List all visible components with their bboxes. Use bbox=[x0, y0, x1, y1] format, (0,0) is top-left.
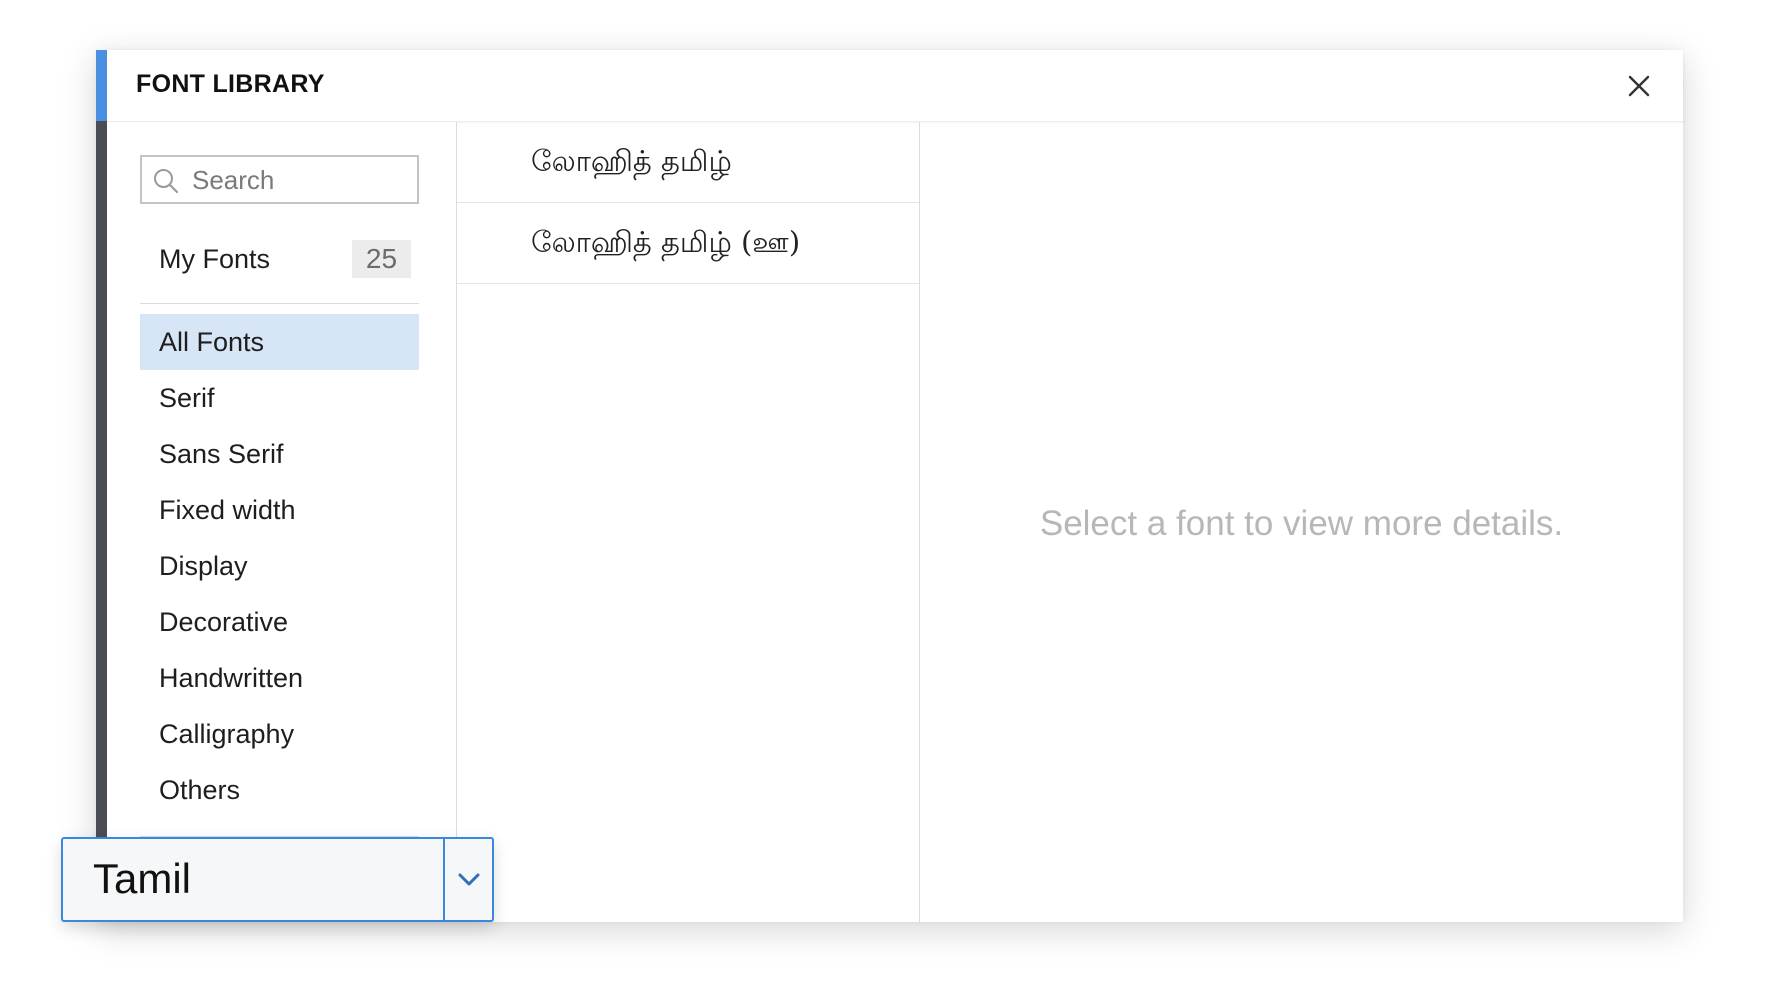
left-strip bbox=[96, 121, 107, 922]
category-item-others[interactable]: Others bbox=[140, 762, 419, 818]
category-item-calligraphy[interactable]: Calligraphy bbox=[140, 706, 419, 762]
details-placeholder: Select a font to view more details. bbox=[1039, 504, 1564, 543]
search-icon bbox=[154, 169, 179, 194]
chevron-down-icon bbox=[458, 873, 480, 886]
language-select[interactable]: Tamil bbox=[61, 837, 494, 922]
close-button[interactable] bbox=[1623, 70, 1655, 102]
close-icon bbox=[1628, 75, 1650, 97]
search-box bbox=[140, 155, 419, 204]
category-item-handwritten[interactable]: Handwritten bbox=[140, 650, 419, 706]
category-item-all-fonts[interactable]: All Fonts bbox=[140, 314, 419, 370]
font-library-dialog: FONT LIBRARY My Fonts 25 All Fonts Serif… bbox=[96, 50, 1683, 922]
font-list-item[interactable]: லோஹித் தமிழ் bbox=[457, 122, 919, 203]
font-details-panel: Select a font to view more details. bbox=[920, 122, 1683, 922]
sidebar-divider bbox=[140, 303, 419, 304]
category-list: All Fonts Serif Sans Serif Fixed width D… bbox=[140, 314, 419, 818]
category-item-sans-serif[interactable]: Sans Serif bbox=[140, 426, 419, 482]
my-fonts-label: My Fonts bbox=[159, 244, 271, 274]
search-input[interactable] bbox=[190, 163, 414, 198]
category-item-decorative[interactable]: Decorative bbox=[140, 594, 419, 650]
category-item-serif[interactable]: Serif bbox=[140, 370, 419, 426]
font-list: லோஹித் தமிழ் லோஹித் தமிழ் (ஊ) bbox=[457, 122, 920, 922]
language-select-toggle[interactable] bbox=[446, 839, 492, 920]
category-item-fixed-width[interactable]: Fixed width bbox=[140, 482, 419, 538]
category-item-display[interactable]: Display bbox=[140, 538, 419, 594]
category-sidebar: My Fonts 25 All Fonts Serif Sans Serif F… bbox=[107, 122, 457, 922]
my-fonts-count-badge: 25 bbox=[352, 240, 411, 278]
dialog-header: FONT LIBRARY bbox=[107, 50, 1683, 122]
dialog-title: FONT LIBRARY bbox=[136, 70, 325, 98]
language-select-divider bbox=[443, 839, 445, 920]
my-fonts-item[interactable]: My Fonts 25 bbox=[140, 232, 419, 288]
font-list-item[interactable]: லோஹித் தமிழ் (ஊ) bbox=[457, 203, 919, 284]
accent-bar bbox=[96, 50, 107, 121]
language-select-value: Tamil bbox=[93, 855, 192, 902]
